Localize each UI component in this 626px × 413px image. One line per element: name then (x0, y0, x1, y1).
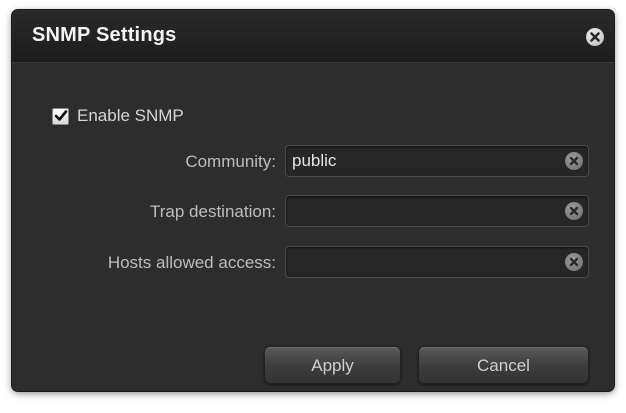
clear-hosts-allowed-icon[interactable] (565, 253, 583, 271)
hosts-allowed-row: Hosts allowed access: (0, 246, 626, 280)
dialog-titlebar: SNMP Settings (12, 10, 614, 63)
community-row: Community: (0, 145, 626, 179)
enable-snmp-checkbox[interactable] (52, 107, 69, 125)
apply-button[interactable]: Apply (264, 346, 401, 384)
hosts-allowed-field (285, 246, 589, 278)
community-label: Community: (185, 152, 276, 171)
trap-destination-row: Trap destination: (0, 195, 626, 229)
community-input[interactable] (292, 146, 552, 176)
trap-destination-label: Trap destination: (150, 202, 276, 221)
clear-community-icon[interactable] (565, 152, 583, 170)
enable-snmp-row: Enable SNMP (52, 106, 184, 126)
community-field (285, 145, 589, 177)
trap-destination-input[interactable] (292, 196, 552, 226)
trap-destination-field (285, 195, 589, 227)
cancel-button[interactable]: Cancel (418, 346, 589, 384)
hosts-allowed-input[interactable] (292, 247, 552, 277)
checkmark-icon (54, 109, 68, 121)
close-icon[interactable] (586, 28, 604, 46)
clear-trap-destination-icon[interactable] (565, 202, 583, 220)
dialog-title: SNMP Settings (32, 24, 177, 46)
enable-snmp-label: Enable SNMP (77, 106, 184, 125)
hosts-allowed-label: Hosts allowed access: (107, 253, 276, 272)
